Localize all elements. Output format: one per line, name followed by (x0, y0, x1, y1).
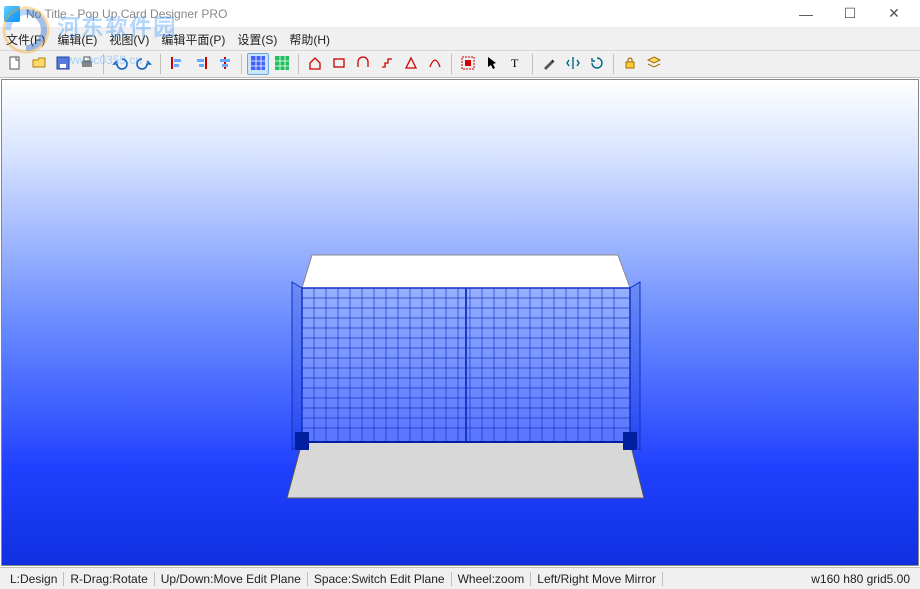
print-icon (79, 55, 95, 74)
scene-3d (2, 80, 918, 565)
toolbar-undo-button[interactable] (109, 53, 131, 75)
toolbar-separator (241, 54, 242, 74)
toolbar-shape-tri-button[interactable] (400, 53, 422, 75)
save-icon (55, 55, 71, 74)
status-hint-5: Left/Right Move Mirror (531, 572, 663, 586)
toolbar-sel-red-button[interactable] (457, 53, 479, 75)
step-icon (379, 55, 395, 74)
open-icon (31, 55, 47, 74)
toolbar-pen-button[interactable] (538, 53, 560, 75)
menu-edit[interactable]: 编辑(E) (57, 31, 97, 48)
curve-icon (427, 55, 443, 74)
arch-icon (355, 55, 371, 74)
gridb-icon (250, 55, 266, 74)
gridg-icon (274, 55, 290, 74)
toolbar-separator (103, 54, 104, 74)
app-icon (4, 6, 20, 22)
toolbar-separator (298, 54, 299, 74)
toolbar-mirror-button[interactable] (562, 53, 584, 75)
floor-plane (287, 442, 644, 498)
minimize-button[interactable]: — (784, 0, 828, 28)
toolbar-layer-button[interactable] (643, 53, 665, 75)
toolbar: T (0, 50, 920, 78)
alignl-icon (169, 55, 185, 74)
toolbar-pointer-button[interactable] (481, 53, 503, 75)
toolbar-separator (532, 54, 533, 74)
home-icon (307, 55, 323, 74)
titlebar: No Title - Pop Up Card Designer PRO — ☐ … (0, 0, 920, 28)
back-plane-top (302, 255, 630, 288)
box-icon (331, 55, 347, 74)
text-icon: T (508, 55, 524, 74)
undo-icon (112, 55, 128, 74)
toolbar-shape-step-button[interactable] (376, 53, 398, 75)
menu-view[interactable]: 视图(V) (109, 31, 149, 48)
toolbar-text-button[interactable]: T (505, 53, 527, 75)
redo-icon (136, 55, 152, 74)
toolbar-open-button[interactable] (28, 53, 50, 75)
ptr-icon (484, 55, 500, 74)
pen-icon (541, 55, 557, 74)
canvas[interactable] (1, 79, 919, 566)
menu-editplane[interactable]: 编辑平面(P) (161, 31, 225, 48)
svg-text:T: T (511, 56, 519, 70)
status-hint-0: L:Design (4, 572, 64, 586)
menu-file[interactable]: 文件(F) (6, 31, 45, 48)
status-hint-1: R-Drag:Rotate (64, 572, 154, 586)
menu-settings[interactable]: 设置(S) (237, 31, 277, 48)
toolbar-shape-box-button[interactable] (328, 53, 350, 75)
toolbar-shape-arch-button[interactable] (352, 53, 374, 75)
toolbar-rotate-button[interactable] (586, 53, 608, 75)
toolbar-shape-curve-button[interactable] (424, 53, 446, 75)
status-hint-4: Wheel:zoom (452, 572, 532, 586)
back-grid (292, 282, 640, 450)
toolbar-center-button[interactable] (214, 53, 236, 75)
toolbar-separator (613, 54, 614, 74)
toolbar-redo-button[interactable] (133, 53, 155, 75)
toolbar-separator (160, 54, 161, 74)
toolbar-shape-home-button[interactable] (304, 53, 326, 75)
layer-icon (646, 55, 662, 74)
status-hint-3: Space:Switch Edit Plane (308, 572, 452, 586)
center-icon (217, 55, 233, 74)
selred-icon (460, 55, 476, 74)
new-icon (7, 55, 23, 74)
toolbar-new-button[interactable] (4, 53, 26, 75)
toolbar-grid-green-button[interactable] (271, 53, 293, 75)
maximize-button[interactable]: ☐ (828, 0, 872, 28)
toolbar-grid-blue-button[interactable] (247, 53, 269, 75)
toolbar-align-r-button[interactable] (190, 53, 212, 75)
rot-icon (589, 55, 605, 74)
menubar: 文件(F) 编辑(E) 视图(V) 编辑平面(P) 设置(S) 帮助(H) (0, 28, 920, 50)
lock-icon (622, 55, 638, 74)
toolbar-align-l-button[interactable] (166, 53, 188, 75)
window-title: No Title - Pop Up Card Designer PRO (26, 7, 784, 21)
statusbar: L:DesignR-Drag:RotateUp/Down:Move Edit P… (0, 567, 920, 589)
toolbar-save-button[interactable] (52, 53, 74, 75)
toolbar-separator (451, 54, 452, 74)
tri-icon (403, 55, 419, 74)
mirror-icon (565, 55, 581, 74)
toolbar-lock-button[interactable] (619, 53, 641, 75)
status-hint-2: Up/Down:Move Edit Plane (155, 572, 308, 586)
close-button[interactable]: ✕ (872, 0, 916, 28)
toolbar-print-button[interactable] (76, 53, 98, 75)
menu-help[interactable]: 帮助(H) (289, 31, 330, 48)
alignr-icon (193, 55, 209, 74)
status-dimensions: w160 h80 grid5.00 (805, 572, 916, 586)
